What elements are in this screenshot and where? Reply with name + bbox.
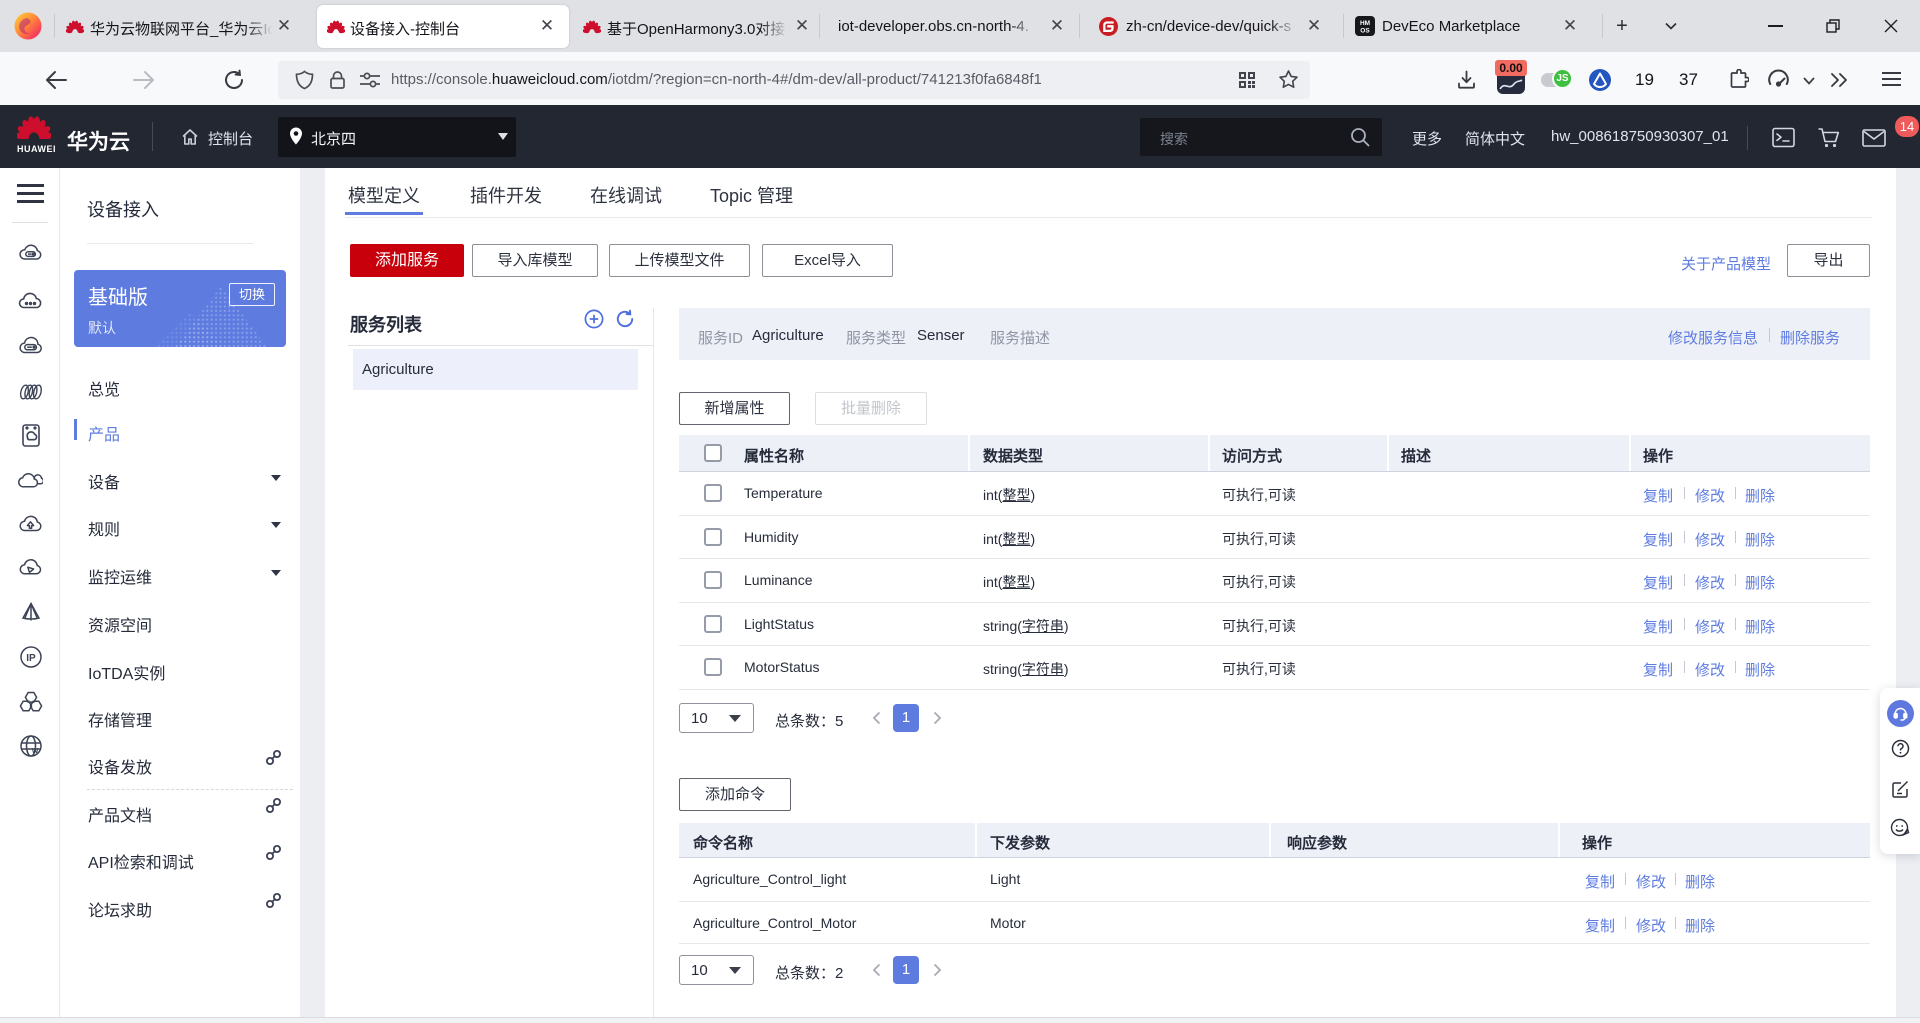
svg-text:W: W (32, 748, 39, 755)
svg-text:HM: HM (1360, 20, 1370, 27)
svg-text:OS: OS (1360, 28, 1370, 35)
svg-text:IP: IP (26, 653, 36, 664)
